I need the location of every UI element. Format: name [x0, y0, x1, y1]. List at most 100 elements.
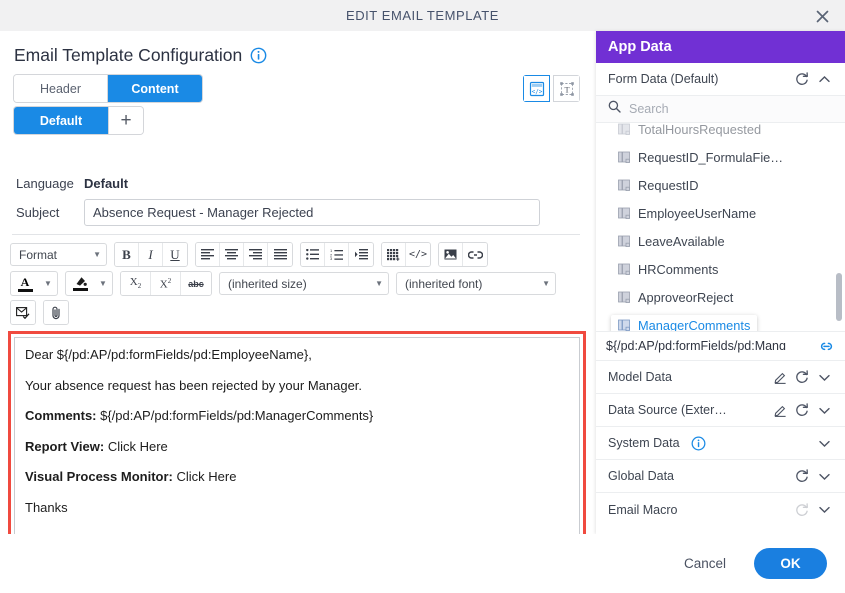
chevron-down-icon: ▼ — [93, 250, 101, 259]
chevron-down-icon[interactable] — [813, 470, 835, 483]
section-global-data[interactable]: Global Data — [596, 460, 845, 493]
bold-icon[interactable]: B — [115, 243, 139, 266]
cancel-button[interactable]: Cancel — [674, 550, 736, 577]
list-item[interactable]: HRComments — [596, 255, 845, 283]
refresh-icon[interactable] — [791, 72, 813, 86]
list-item[interactable]: TotalHoursRequested — [596, 123, 845, 143]
subscript-icon[interactable]: X2 — [121, 272, 151, 295]
strikethrough-icon[interactable]: abc — [181, 272, 211, 295]
list-item-label: RequestID_FormulaFie… — [638, 149, 784, 165]
app-data-panel-header: App Data — [596, 31, 845, 63]
tab-content[interactable]: Content — [108, 75, 202, 102]
editor-paragraph: Dear ${/pd:AP/pd:formFields/pd:EmployeeN… — [25, 346, 569, 364]
bullet-list-icon[interactable] — [301, 243, 325, 266]
chevron-down-icon: ▼ — [44, 279, 52, 288]
section-system-data[interactable]: System Data — [596, 427, 845, 460]
list-item[interactable]: EmployeeUserName — [596, 199, 845, 227]
font-size-dropdown[interactable]: (inherited size) ▼ — [219, 272, 389, 295]
indent-icon[interactable] — [349, 243, 373, 266]
font-family-dropdown[interactable]: (inherited font) ▼ — [396, 272, 556, 295]
toolbar-row-1: Format ▼ B I U 1 2 3 </> — [10, 242, 585, 267]
section-data-source[interactable]: Data Source (Exter… — [596, 394, 845, 427]
text-color-icon[interactable]: A ▼ — [10, 271, 58, 296]
section-data-source-label: Data Source (Exter… — [608, 403, 727, 417]
chevron-down-icon[interactable] — [813, 437, 835, 450]
html-source-view-icon[interactable]: </> — [523, 75, 550, 102]
dialog-footer: Cancel OK — [0, 534, 845, 593]
svg-text:</>: </> — [531, 88, 542, 95]
italic-icon[interactable]: I — [139, 243, 163, 266]
list-item[interactable]: RequestID_FormulaFie… — [596, 143, 845, 171]
email-body-editor[interactable]: Dear ${/pd:AP/pd:formFields/pd:EmployeeN… — [14, 337, 580, 553]
template-group — [10, 300, 36, 325]
align-left-icon[interactable] — [196, 243, 220, 266]
superscript-icon[interactable]: X2 — [151, 272, 181, 295]
list-item[interactable]: ApproveorReject — [596, 283, 845, 311]
editor-paragraph: Visual Process Monitor: Click Here — [25, 468, 569, 486]
editor-paragraph: Thanks — [25, 499, 569, 517]
chevron-down-icon[interactable] — [813, 371, 835, 384]
info-icon[interactable] — [250, 47, 267, 64]
expression-field[interactable]: ${/pd:AP/pd:formFields/pd:Manɑ — [596, 331, 845, 361]
list-item[interactable]: RequestID — [596, 171, 845, 199]
form-field-icon — [618, 123, 630, 135]
info-icon[interactable] — [688, 436, 710, 451]
close-icon[interactable] — [809, 4, 835, 28]
form-data-scrollbar[interactable] — [836, 273, 842, 321]
align-right-icon[interactable] — [244, 243, 268, 266]
section-model-data-label: Model Data — [608, 370, 672, 384]
selected-field-chip: ManagerComments — [611, 314, 758, 332]
refresh-icon[interactable] — [791, 370, 813, 384]
language-variant-group: Default + — [14, 107, 143, 134]
list-item-selected[interactable]: ManagerComments — [596, 311, 845, 331]
template-editor-pane: Email Template Configuration Header Cont… — [0, 31, 596, 593]
form-data-field-list[interactable]: TotalHoursRequested RequestID_FormulaFie… — [596, 123, 845, 331]
underline-icon[interactable]: U — [163, 243, 187, 266]
section-form-data-label: Form Data (Default) — [608, 72, 719, 86]
language-pill-default[interactable]: Default — [14, 107, 108, 134]
section-model-data[interactable]: Model Data — [596, 361, 845, 394]
toolbar-divider — [12, 234, 580, 235]
align-center-icon[interactable] — [220, 243, 244, 266]
chevron-down-icon: ▼ — [542, 279, 550, 288]
chevron-down-icon[interactable] — [813, 503, 835, 516]
insert-template-icon[interactable] — [11, 301, 35, 324]
add-language-button[interactable]: + — [108, 107, 143, 134]
list-item[interactable]: LeaveAvailable — [596, 227, 845, 255]
source-code-icon[interactable]: </> — [406, 243, 430, 266]
chevron-down-icon[interactable] — [813, 404, 835, 417]
list-item-label: EmployeeUserName — [638, 205, 757, 221]
ok-button[interactable]: OK — [754, 548, 827, 579]
text-design-view-icon[interactable]: T — [553, 75, 580, 102]
search-icon — [608, 100, 621, 118]
link-icon[interactable] — [815, 340, 837, 352]
background-color-icon[interactable]: ▼ — [65, 271, 113, 296]
numbered-list-icon[interactable]: 123 — [325, 243, 349, 266]
text-style-group: B I U — [114, 242, 188, 267]
format-dropdown-label: Format — [19, 247, 58, 262]
edit-email-template-dialog: EDIT EMAIL TEMPLATE Email Template Confi… — [0, 0, 845, 593]
insert-image-icon[interactable] — [439, 243, 463, 266]
refresh-icon[interactable] — [791, 469, 813, 483]
form-field-icon — [618, 207, 630, 219]
editor-text: Dear ${/pd:AP/pd:formFields/pd:EmployeeN… — [25, 347, 312, 362]
pencil-icon[interactable] — [769, 371, 791, 384]
chevron-up-icon[interactable] — [813, 73, 835, 86]
list-item-label: HRComments — [638, 261, 719, 277]
table-icon[interactable] — [382, 243, 406, 266]
align-justify-icon[interactable] — [268, 243, 292, 266]
refresh-icon[interactable] — [791, 403, 813, 417]
editor-text: Click Here — [172, 469, 237, 485]
form-field-icon — [618, 151, 630, 163]
insert-link-icon[interactable] — [463, 243, 487, 266]
editor-text: Thanks — [25, 499, 68, 515]
pencil-icon[interactable] — [769, 404, 791, 417]
section-email-macro[interactable]: Email Macro — [596, 493, 845, 526]
form-data-search[interactable]: Search — [596, 96, 845, 123]
subject-input[interactable] — [84, 199, 540, 226]
attachment-icon[interactable] — [44, 301, 68, 324]
section-form-data[interactable]: Form Data (Default) — [596, 63, 845, 96]
format-dropdown[interactable]: Format ▼ — [10, 243, 107, 266]
list-item-label: ManagerComments — [638, 317, 751, 332]
tab-header[interactable]: Header — [14, 75, 108, 102]
